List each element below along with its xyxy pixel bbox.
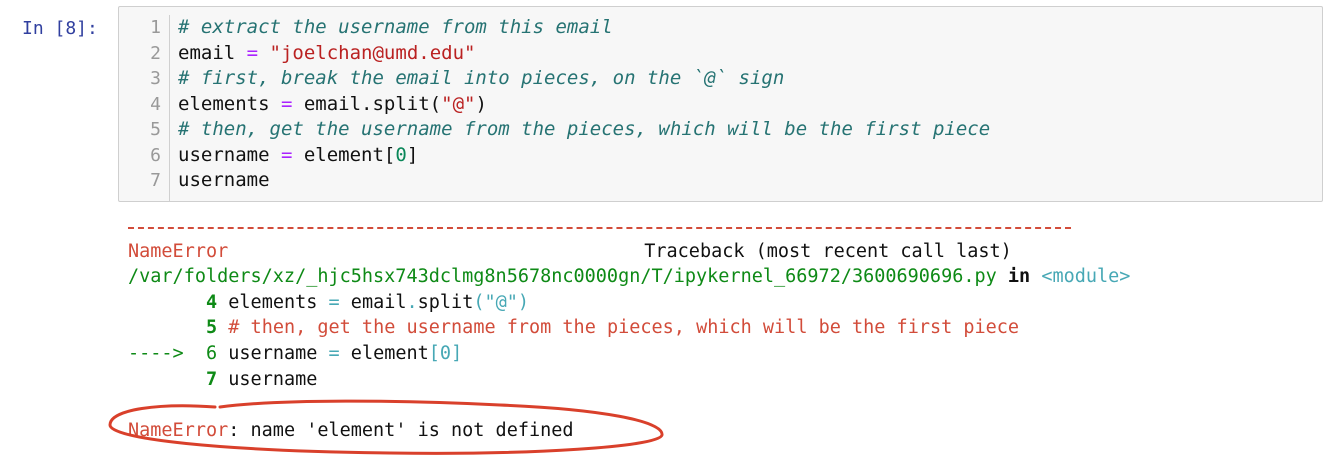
cell-prompt: In [8]: [22, 18, 98, 39]
traceback-token: [ [428, 342, 440, 364]
line-number: 4 [150, 93, 161, 115]
code-token: # then, get the username from the pieces… [178, 118, 991, 140]
hand-drawn-circle-annotation [108, 399, 664, 455]
traceback-context-line: 7 username [128, 367, 1130, 393]
code-token: username [178, 169, 270, 191]
code-token: ] [406, 143, 419, 166]
error-type: NameError [128, 240, 229, 262]
traceback-token: username [228, 368, 318, 390]
traceback-token: = [328, 342, 340, 364]
code-token: = [280, 143, 293, 166]
traceback-token: username [228, 342, 329, 364]
line-number-gutter: 1 2 3 4 5 6 7 [119, 15, 170, 201]
code-lines[interactable]: # extract the username from this email em… [178, 15, 990, 194]
line-number: 3 [150, 68, 161, 89]
traceback-line-number: 6 [206, 342, 218, 364]
code-line[interactable]: # first, break the email into pieces, on… [178, 66, 990, 92]
traceback-in: in [1007, 266, 1031, 288]
code-token: 0 [395, 143, 407, 166]
traceback-token: element [339, 342, 429, 364]
traceback-file: /var/folders/xz/_hjc5hsx743dclmg8n5678nc… [128, 264, 1130, 290]
traceback-file-path[interactable]: /var/folders/xz/_hjc5hsx743dclmg8n5678nc… [128, 266, 997, 287]
traceback-header: NameError Traceback (most recent call las… [128, 239, 1130, 265]
traceback-line-number: 5 [206, 317, 218, 339]
traceback-line-number: 4 [206, 291, 218, 313]
code-line[interactable]: username [178, 168, 990, 194]
code-line[interactable]: # then, get the username from the pieces… [178, 117, 990, 143]
code-token: email [178, 41, 247, 64]
traceback-token: ) [517, 291, 530, 313]
line-number: 7 [150, 170, 161, 191]
traceback-token: # then, get the username from the pieces… [228, 317, 1020, 339]
traceback-context-line: ----> 6 username = element[0] [128, 341, 1130, 367]
traceback-arrow: ----> [128, 342, 184, 364]
traceback-token: "@" [484, 291, 518, 313]
traceback-context: 4 elements = email.split("@") 5 # then, g… [128, 290, 1130, 392]
code-token: # first, break the email into pieces, on… [178, 67, 785, 89]
code-line[interactable]: username = element[0] [178, 143, 990, 169]
code-token: ) [475, 92, 487, 115]
code-line[interactable]: elements = email.split("@") [178, 92, 990, 118]
code-token: = [280, 92, 293, 115]
traceback-token: . [406, 291, 418, 313]
code-cell-editor[interactable]: 1 2 3 4 5 6 7 # extract the username from this… [118, 6, 1323, 202]
code-token: "@" [441, 92, 476, 115]
line-number: 1 [150, 17, 161, 38]
traceback-token: ] [451, 342, 463, 364]
code-token: element[ [292, 143, 396, 166]
code-line[interactable]: email = "joelchan@umd.edu" [178, 41, 990, 67]
traceback-label: Traceback (most recent call last) [644, 240, 1012, 262]
traceback-token: = [328, 291, 340, 313]
code-token: elements [178, 92, 281, 115]
notebook-page: In [8]: 1 2 3 4 5 6 7 # extract the username f… [0, 0, 1325, 464]
traceback-context-line: 4 elements = email.split("@") [128, 290, 1130, 316]
traceback-token: 0 [439, 342, 452, 364]
line-number: 2 [150, 42, 161, 64]
traceback-line-number: 7 [206, 368, 218, 390]
traceback-token: ( [473, 291, 485, 313]
code-token: # extract the username from this email [178, 16, 613, 38]
traceback-token: email [339, 291, 407, 313]
code-token: username [178, 143, 281, 166]
traceback-token: split [417, 291, 474, 313]
code-token: "joelchan@umd.edu" [269, 41, 476, 64]
line-number: 5 [150, 119, 161, 140]
code-token: = [246, 41, 259, 64]
traceback-context-line: 5 # then, get the username from the piec… [128, 315, 1130, 341]
code-line[interactable]: # extract the username from this email [178, 15, 990, 41]
traceback-token: elements [228, 291, 329, 313]
code-token: email.split( [292, 92, 442, 115]
line-number: 6 [150, 144, 161, 166]
traceback-module: <module> [1041, 266, 1131, 288]
